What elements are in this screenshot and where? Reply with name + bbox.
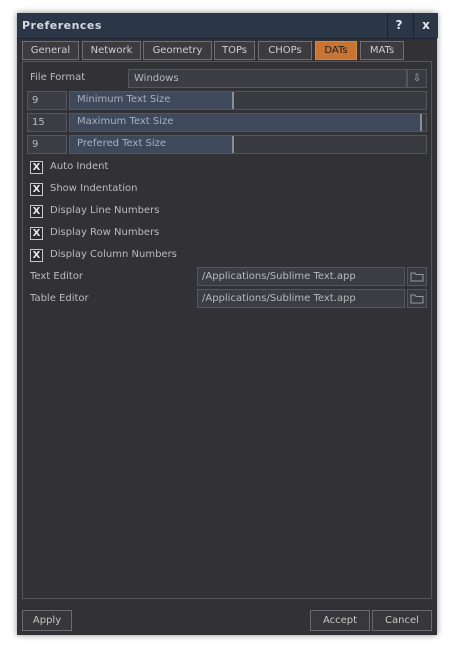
dropdown-arrow-icon[interactable]: ⇩ bbox=[407, 69, 427, 88]
accept-button[interactable]: Accept bbox=[310, 610, 370, 631]
text-editor-label: Text Editor bbox=[30, 271, 83, 282]
tab-tops[interactable]: TOPs bbox=[214, 41, 255, 60]
display-row-numbers-label: Display Row Numbers bbox=[50, 227, 160, 238]
cancel-button[interactable]: Cancel bbox=[372, 610, 432, 631]
display-column-numbers-checkbox[interactable]: X bbox=[30, 249, 43, 262]
max-text-size-slider[interactable]: Maximum Text Size bbox=[69, 113, 427, 132]
max-text-size-field[interactable]: 15 bbox=[27, 113, 67, 132]
dats-panel: File Format Windows ⇩ 9 Minimum Text Siz… bbox=[22, 61, 432, 599]
display-line-numbers-checkbox[interactable]: X bbox=[30, 205, 43, 218]
tab-general[interactable]: General bbox=[22, 41, 79, 60]
tab-geometry[interactable]: Geometry bbox=[143, 41, 212, 60]
max-text-size-label: Maximum Text Size bbox=[77, 116, 174, 127]
tab-chops[interactable]: CHOPs bbox=[258, 41, 312, 60]
text-editor-field[interactable]: /Applications/Sublime Text.app bbox=[197, 267, 405, 286]
show-indentation-checkbox[interactable]: X bbox=[30, 183, 43, 196]
display-line-numbers-label: Display Line Numbers bbox=[50, 205, 160, 216]
display-column-numbers-label: Display Column Numbers bbox=[50, 249, 177, 260]
pref-text-size-label: Prefered Text Size bbox=[77, 138, 167, 149]
tab-dats[interactable]: DATs bbox=[315, 41, 357, 60]
display-row-numbers-checkbox[interactable]: X bbox=[30, 227, 43, 240]
folder-icon[interactable] bbox=[407, 267, 427, 286]
window-title: Preferences bbox=[22, 19, 102, 32]
table-editor-label: Table Editor bbox=[30, 293, 89, 304]
pref-text-size-slider[interactable]: Prefered Text Size bbox=[69, 135, 427, 154]
pref-text-size-field[interactable]: 9 bbox=[27, 135, 67, 154]
auto-indent-checkbox[interactable]: X bbox=[30, 161, 43, 174]
min-text-size-label: Minimum Text Size bbox=[77, 94, 171, 105]
show-indentation-label: Show Indentation bbox=[50, 183, 138, 194]
apply-button[interactable]: Apply bbox=[22, 610, 72, 631]
help-button[interactable]: ? bbox=[387, 13, 410, 38]
tab-network[interactable]: Network bbox=[82, 41, 141, 60]
file-format-label: File Format bbox=[30, 72, 86, 83]
title-bar: Preferences ? x bbox=[17, 13, 438, 39]
file-format-value: Windows bbox=[134, 73, 179, 84]
close-button[interactable]: x bbox=[413, 13, 438, 38]
table-editor-field[interactable]: /Applications/Sublime Text.app bbox=[197, 289, 405, 308]
auto-indent-label: Auto Indent bbox=[50, 161, 109, 172]
preferences-window: Preferences ? x General Network Geometry… bbox=[17, 13, 438, 635]
min-text-size-slider[interactable]: Minimum Text Size bbox=[69, 91, 427, 110]
folder-icon[interactable] bbox=[407, 289, 427, 308]
file-format-select[interactable]: Windows bbox=[128, 69, 407, 88]
min-text-size-field[interactable]: 9 bbox=[27, 91, 67, 110]
tab-mats[interactable]: MATs bbox=[360, 41, 404, 60]
